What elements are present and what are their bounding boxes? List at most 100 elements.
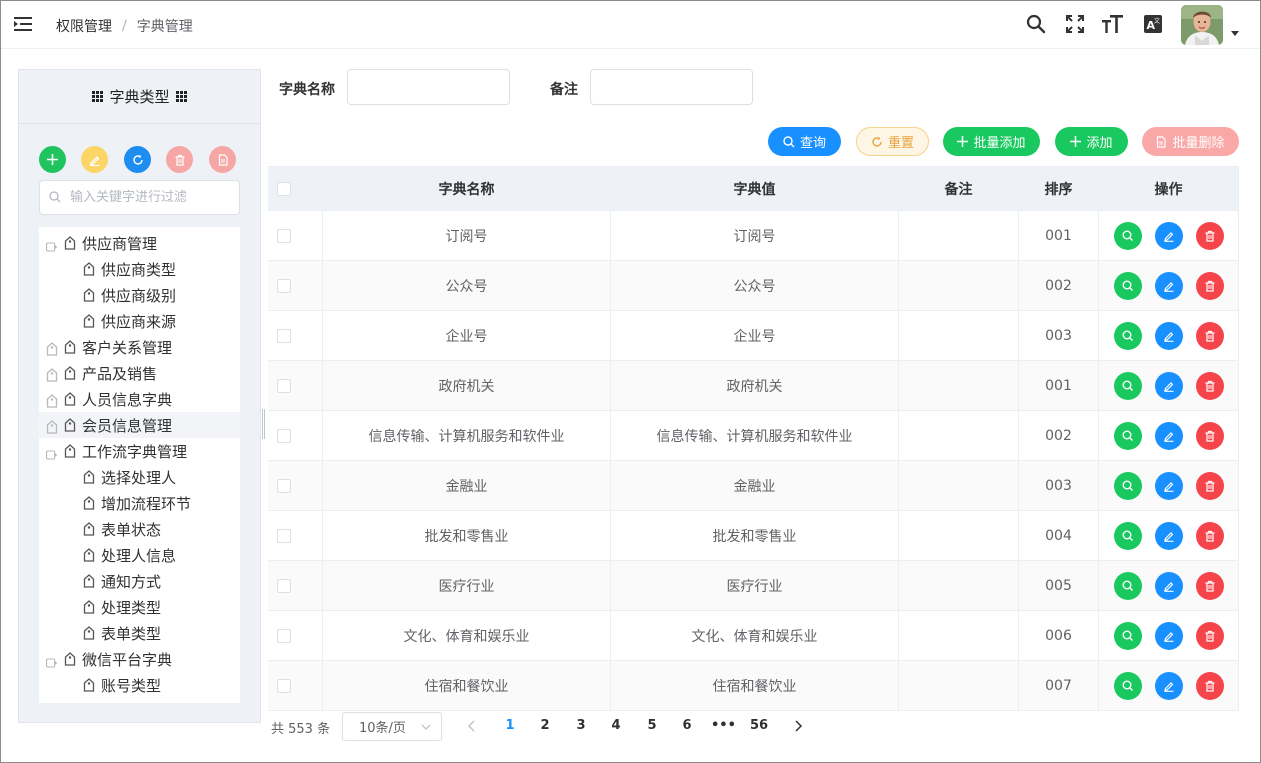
delete-button[interactable]: [1195, 671, 1224, 700]
view-button[interactable]: [1113, 321, 1142, 350]
tree-node[interactable]: 处理人信息: [39, 542, 240, 568]
folder-expand-icon[interactable]: [46, 446, 58, 460]
view-button[interactable]: [1113, 671, 1142, 700]
table-row[interactable]: 住宿和餐饮业 住宿和餐饮业 007: [268, 661, 1239, 711]
tree-node[interactable]: 表单类型: [39, 620, 240, 646]
edit-button[interactable]: [1154, 271, 1183, 300]
table-row[interactable]: 医疗行业 医疗行业 005: [268, 561, 1239, 611]
row-checkbox[interactable]: [277, 628, 291, 643]
tree-node[interactable]: 选择处理人: [39, 464, 240, 490]
delete-button[interactable]: [1195, 271, 1224, 300]
tree-node[interactable]: 通知方式: [39, 568, 240, 594]
reset-button[interactable]: 重置: [856, 127, 929, 156]
tree-node[interactable]: 产品及销售: [39, 360, 240, 386]
tree-node[interactable]: 账号类型: [39, 672, 240, 698]
view-button[interactable]: [1113, 571, 1142, 600]
edit-button[interactable]: [1154, 621, 1183, 650]
page-size-select[interactable]: 10条/页: [342, 712, 442, 741]
tree-node[interactable]: 客户关系管理: [39, 334, 240, 360]
batch-delete-button[interactable]: 批量删除: [1142, 127, 1239, 156]
delete-button[interactable]: [1195, 221, 1224, 250]
tree-node[interactable]: 增加流程环节: [39, 490, 240, 516]
table-row[interactable]: 政府机关 政府机关 001: [268, 361, 1239, 411]
table-row[interactable]: 批发和零售业 批发和零售业 004: [268, 511, 1239, 561]
view-button[interactable]: [1113, 621, 1142, 650]
column-header-sort[interactable]: 排序: [1019, 167, 1099, 210]
delete-button[interactable]: [1195, 471, 1224, 500]
row-checkbox[interactable]: [277, 228, 291, 243]
column-header-dict-value[interactable]: 字典值: [611, 167, 899, 210]
tree-refresh-button[interactable]: [124, 146, 151, 173]
tree-node[interactable]: 表单状态: [39, 516, 240, 542]
folder-expand-icon[interactable]: [46, 238, 58, 252]
tree-edit-button[interactable]: [81, 146, 108, 173]
tree-node[interactable]: 供应商来源: [39, 308, 240, 334]
edit-button[interactable]: [1154, 421, 1183, 450]
edit-button[interactable]: [1154, 221, 1183, 250]
tag-icon[interactable]: [46, 342, 58, 356]
tree-node[interactable]: 供应商管理: [39, 230, 240, 256]
panel-resize-handle[interactable]: [262, 409, 265, 439]
tag-icon[interactable]: [46, 394, 58, 408]
row-checkbox[interactable]: [277, 428, 291, 443]
row-checkbox[interactable]: [277, 528, 291, 543]
table-row[interactable]: 公众号 公众号 002: [268, 261, 1239, 311]
page-number[interactable]: 5: [640, 718, 664, 733]
translate-icon[interactable]: A 文: [1142, 13, 1164, 35]
add-button[interactable]: 添加: [1055, 127, 1128, 156]
user-avatar[interactable]: [1181, 5, 1223, 45]
table-row[interactable]: 金融业 金融业 003: [268, 461, 1239, 511]
edit-button[interactable]: [1154, 671, 1183, 700]
view-button[interactable]: [1113, 521, 1142, 550]
tree-delete-button[interactable]: [166, 146, 193, 173]
breadcrumb-item-permission[interactable]: 权限管理: [56, 16, 112, 36]
delete-button[interactable]: [1195, 521, 1224, 550]
page-number[interactable]: 3: [569, 718, 593, 733]
row-checkbox[interactable]: [277, 678, 291, 693]
tree-node[interactable]: 工作流字典管理: [39, 438, 240, 464]
table-row[interactable]: 企业号 企业号 003: [268, 311, 1239, 361]
page-number[interactable]: 6: [675, 718, 699, 733]
table-row[interactable]: 文化、体育和娱乐业 文化、体育和娱乐业 006: [268, 611, 1239, 661]
tree-node[interactable]: 供应商级别: [39, 282, 240, 308]
view-button[interactable]: [1113, 221, 1142, 250]
view-button[interactable]: [1113, 421, 1142, 450]
view-button[interactable]: [1113, 371, 1142, 400]
tag-icon[interactable]: [46, 368, 58, 382]
edit-button[interactable]: [1154, 521, 1183, 550]
row-checkbox[interactable]: [277, 278, 291, 293]
font-size-icon[interactable]: [1102, 13, 1124, 35]
prev-page-chevron-left-icon[interactable]: [467, 720, 477, 732]
column-header-remark[interactable]: 备注: [899, 167, 1019, 210]
delete-button[interactable]: [1195, 621, 1224, 650]
view-button[interactable]: [1113, 271, 1142, 300]
page-number[interactable]: 56: [747, 718, 771, 733]
page-number[interactable]: 1: [498, 718, 522, 733]
tree-node[interactable]: 人员信息字典: [39, 386, 240, 412]
row-checkbox[interactable]: [277, 378, 291, 393]
page-number[interactable]: 4: [604, 718, 628, 733]
query-button[interactable]: 查询: [768, 127, 841, 156]
column-header-dict-name[interactable]: 字典名称: [323, 167, 611, 210]
menu-fold-icon[interactable]: [14, 15, 34, 33]
dict-name-input[interactable]: [347, 69, 510, 105]
delete-button[interactable]: [1195, 321, 1224, 350]
row-checkbox[interactable]: [277, 478, 291, 493]
folder-expand-icon[interactable]: [46, 654, 58, 668]
table-row[interactable]: 订阅号 订阅号 001: [268, 211, 1239, 261]
edit-button[interactable]: [1154, 571, 1183, 600]
page-ellipsis[interactable]: •••: [711, 718, 736, 733]
tree-node[interactable]: 会员信息管理: [39, 412, 240, 438]
batch-add-button[interactable]: 批量添加: [943, 127, 1040, 156]
delete-button[interactable]: [1195, 371, 1224, 400]
select-all-checkbox[interactable]: [277, 181, 291, 196]
row-checkbox[interactable]: [277, 328, 291, 343]
delete-button[interactable]: [1195, 421, 1224, 450]
fullscreen-icon[interactable]: [1064, 13, 1086, 35]
edit-button[interactable]: [1154, 371, 1183, 400]
tree-add-button[interactable]: [39, 146, 66, 173]
tree-node[interactable]: 供应商类型: [39, 256, 240, 282]
tree-filter-input[interactable]: [39, 180, 240, 215]
delete-button[interactable]: [1195, 571, 1224, 600]
remark-input[interactable]: [590, 69, 753, 105]
